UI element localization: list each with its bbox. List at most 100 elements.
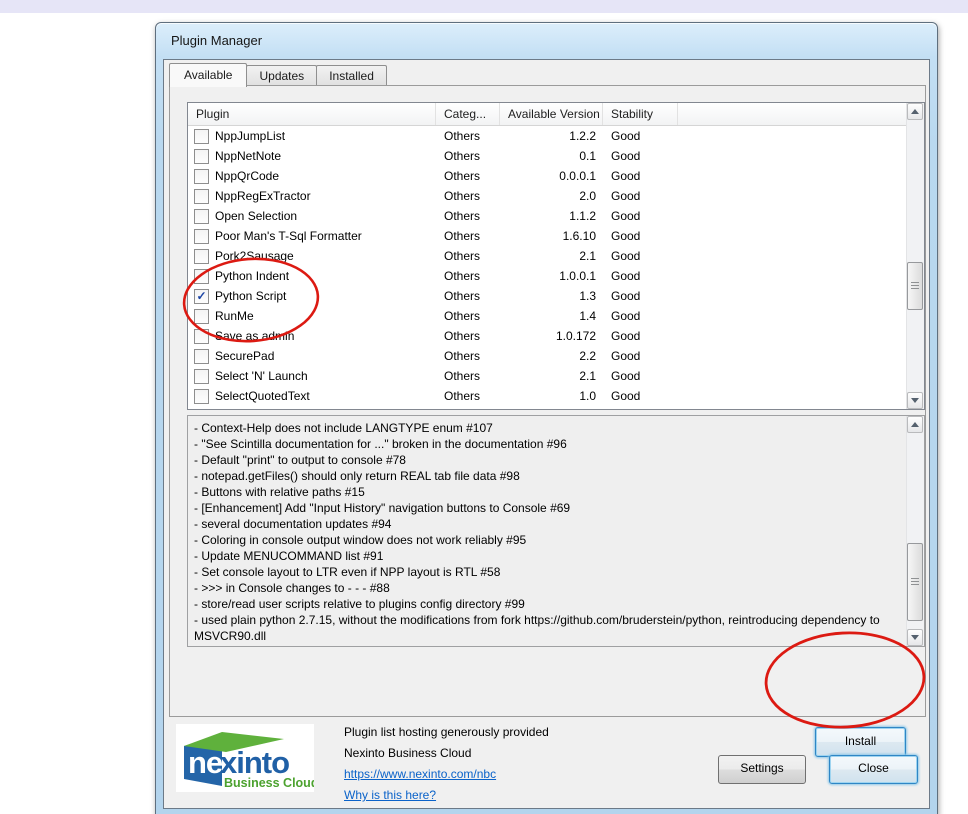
why-is-this-here-link[interactable]: Why is this here? [344,788,436,802]
plugin-checkbox[interactable] [194,148,209,164]
table-row[interactable]: Save as admin Others 1.0.172 Good [188,326,907,346]
plugin-name: Python Script [215,289,287,303]
plugin-stability: Good [611,389,641,403]
description-line: - used plain python 2.7.15, without the … [194,613,880,643]
plugin-version: 2.1 [579,369,596,383]
table-row[interactable]: SelectQuotedText Others 1.0 Good [188,386,907,406]
provider-url-link[interactable]: https://www.nexinto.com/nbc [344,767,496,781]
nexinto-logo-icon: ne xinto Business Cloud [184,732,318,790]
plugin-name: Select 'N' Launch [215,369,308,383]
plugin-stability: Good [611,189,641,203]
scrollbar-thumb[interactable] [907,543,923,621]
scroll-up-button[interactable] [907,103,923,120]
plugin-name: Poor Man's T-Sql Formatter [215,229,362,243]
plugin-checkbox[interactable] [194,348,209,364]
plugin-checkbox[interactable] [194,228,209,244]
plugin-stability: Good [611,229,641,243]
table-row[interactable]: NppNetNote Others 0.1 Good [188,146,907,166]
plugin-checkbox[interactable] [194,128,209,144]
plugin-checkbox[interactable] [194,208,209,224]
plugin-category: Others [444,309,481,323]
plugin-stability: Good [611,349,641,363]
table-row[interactable]: Python Indent Others 1.0.0.1 Good [188,266,907,286]
description-scrollbar[interactable] [906,416,924,646]
table-row[interactable]: ✓ Python Script Others 1.3 Good [188,286,907,306]
plugin-checkbox[interactable] [194,308,209,324]
scroll-down-button[interactable] [907,392,923,409]
description-line: - Set console layout to LTR even if NPP … [194,565,501,579]
table-row[interactable]: NppQrCode Others 0.0.0.1 Good [188,166,907,186]
plugin-stability: Good [611,149,641,163]
plugin-category: Others [444,329,481,343]
plugin-checkbox[interactable] [194,248,209,264]
table-row[interactable]: NppRegExTractor Others 2.0 Good [188,186,907,206]
plugin-category: Others [444,129,481,143]
description-line: - Context-Help does not include LANGTYPE… [194,421,493,435]
plugin-checkbox[interactable] [194,388,209,404]
plugin-name: SelectQuotedText [215,389,310,403]
plugin-category: Others [444,149,481,163]
column-header-1[interactable]: Categ... [436,103,500,125]
column-header-0[interactable]: Plugin [188,103,436,125]
plugin-name: NppRegExTractor [215,189,311,203]
plugin-stability: Good [611,309,641,323]
plugin-version: 1.3 [579,289,596,303]
scrollbar-thumb[interactable] [907,262,923,310]
tab-available[interactable]: Available [169,63,248,87]
table-row[interactable]: Poor Man's T-Sql Formatter Others 1.6.10 Go… [188,226,907,246]
plugin-table-scrollbar[interactable] [906,103,924,409]
description-line: - [Enhancement] Add "Input History" navi… [194,501,571,515]
plugin-table-body: NppJumpList Others 1.2.2 Good NppNetNote Othe… [188,126,907,409]
plugin-version: 0.0.0.1 [559,169,596,183]
plugin-checkbox[interactable] [194,368,209,384]
plugin-checkbox[interactable] [194,168,209,184]
plugin-name: NppNetNote [215,149,282,163]
table-row[interactable]: SecurePad Others 2.2 Good [188,346,907,366]
arrow-down-icon [911,635,919,640]
description-line: - notepad.getFiles() should only return … [194,469,520,483]
plugin-version: 2.1 [579,249,596,263]
plugin-category: Others [444,229,481,243]
page-top-band [0,0,968,13]
plugin-version: 1.2.2 [569,129,596,143]
plugin-name: Pork2Sausage [215,249,294,263]
plugin-version: 1.0.172 [555,329,596,343]
scroll-up-button[interactable] [907,416,923,433]
arrow-up-icon [911,422,919,427]
settings-button[interactable]: Settings [718,755,806,784]
column-header-3[interactable]: Stability [603,103,678,125]
plugin-description-box[interactable]: - Context-Help does not include LANGTYPE… [187,415,925,647]
svg-text:xinto: xinto [220,745,289,780]
table-row[interactable]: Select 'N' Launch Others 2.1 Good [188,366,907,386]
desktop-background: Plugin Manager Available Updates Installed… [0,0,968,814]
plugin-version: 2.0 [579,189,596,203]
table-row[interactable]: RunMe Others 1.4 Good [188,306,907,326]
plugin-category: Others [444,189,481,203]
table-row[interactable]: Open Selection Others 1.1.2 Good [188,206,907,226]
plugin-table[interactable]: Plugin Categ... Available Version Stability… [187,102,925,410]
plugin-category: Others [444,389,481,403]
column-header-2[interactable]: Available Version [500,103,603,125]
plugin-version: 1.6.10 [562,229,596,243]
hosting-info: Plugin list hosting generously provided … [344,725,549,809]
table-row[interactable]: NppJumpList Others 1.2.2 Good [188,126,907,146]
plugin-version: 1.0.0.1 [559,269,596,283]
tab-updates[interactable]: Updates [246,65,318,86]
install-button[interactable]: Install [815,727,906,757]
dialog-title-bar[interactable]: Plugin Manager [156,23,937,59]
plugin-checkbox[interactable] [194,328,209,344]
tab-installed[interactable]: Installed [316,65,387,86]
plugin-checkbox[interactable] [194,268,209,284]
table-row[interactable]: Pork2Sausage Others 2.1 Good [188,246,907,266]
plugin-checkbox[interactable]: ✓ [194,288,209,304]
plugin-stability: Good [611,269,641,283]
plugin-manager-dialog: Plugin Manager Available Updates Installed… [155,22,938,814]
plugin-checkbox[interactable] [194,188,209,204]
plugin-name: Python Indent [215,269,290,283]
svg-text:Business Cloud: Business Cloud [224,776,314,790]
description-line: - Update MENUCOMMAND list #91 [194,549,384,563]
scroll-down-button[interactable] [907,629,923,646]
plugin-stability: Good [611,249,641,263]
close-button[interactable]: Close [829,755,918,784]
plugin-table-header[interactable]: Plugin Categ... Available Version Stability [188,103,907,126]
